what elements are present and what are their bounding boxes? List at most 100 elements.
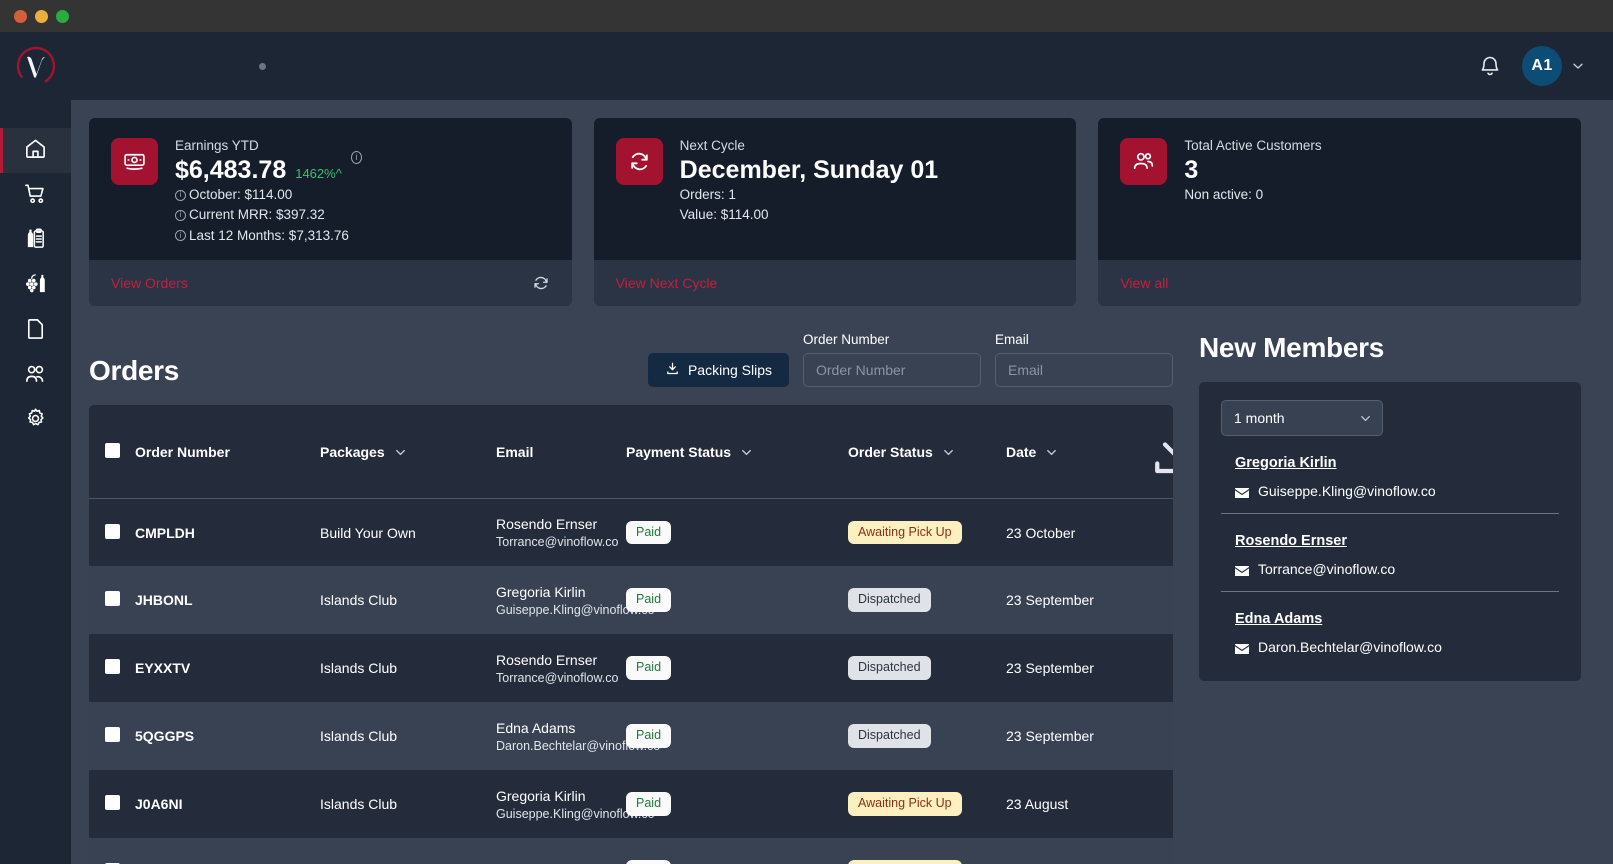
table-row[interactable]: Islands Club Paid Await — [89, 838, 1173, 864]
view-next-cycle-link[interactable]: View Next Cycle — [616, 275, 718, 291]
cell-spacer — [1146, 838, 1173, 864]
topbar-status-dot — [259, 63, 266, 70]
payment-status-badge: Paid — [626, 724, 672, 749]
window-close-button[interactable] — [14, 9, 27, 23]
payment-status-badge: Paid — [626, 792, 672, 817]
user-menu[interactable]: A1 — [1522, 46, 1585, 86]
info-icon[interactable]: i — [175, 189, 186, 201]
orders-table-body: CMPLDH Build Your Own Rosendo Ernser Tor… — [89, 498, 1173, 864]
cell-email: Gregoria Kirlin Guiseppe.Kling@vinoflow.… — [496, 770, 655, 838]
refresh-icon[interactable] — [532, 274, 550, 292]
order-number-label: Order Number — [803, 331, 890, 347]
table-row[interactable]: J0A6NI Islands Club Gregoria Kirlin Guis… — [89, 770, 1173, 838]
order-status-badge: Awaiting Pick Up — [848, 860, 962, 864]
earnings-icon — [111, 138, 158, 185]
row-checkbox[interactable] — [105, 795, 120, 811]
column-header-order-number[interactable]: Order Number — [135, 404, 320, 499]
row-checkbox[interactable] — [105, 659, 120, 675]
cell-date: 23 September — [1006, 592, 1094, 609]
stat-card-label: Next Cycle — [679, 138, 745, 153]
sidebar-item-settings[interactable] — [0, 398, 71, 443]
cell-email: Edna Adams Daron.Bechtelar@vinoflow.co — [496, 702, 661, 770]
users-icon — [24, 362, 47, 390]
cell-package: Islands Club — [320, 660, 398, 677]
select-all-cell — [89, 404, 135, 499]
column-header-email[interactable]: Email — [496, 404, 626, 499]
cell-spacer — [1146, 498, 1173, 566]
window-maximize-button[interactable] — [56, 9, 69, 23]
cell-order-number — [135, 838, 320, 864]
select-all-checkbox[interactable] — [105, 443, 120, 459]
table-row[interactable]: EYXXTV Islands Club Rosendo Ernser Torra… — [89, 634, 1173, 702]
stat-card-value: $6,483.78 — [175, 156, 287, 184]
chevron-down-icon — [740, 446, 753, 459]
column-header-packages[interactable]: Packages — [320, 404, 496, 499]
packing-slips-label: Packing Slips — [687, 361, 772, 378]
cell-package: Islands Club — [320, 796, 398, 813]
table-row[interactable]: CMPLDH Build Your Own Rosendo Ernser Tor… — [89, 498, 1173, 566]
row-checkbox[interactable] — [105, 591, 120, 607]
member-email-text: Guiseppe.Kling@vinoflow.co — [1258, 482, 1436, 499]
page-title: Orders — [89, 354, 180, 386]
cell-package: Islands Club — [320, 838, 496, 864]
download-icon — [665, 361, 680, 379]
order-number-filter: Order Number — [803, 332, 981, 387]
column-header-payment-status[interactable]: Payment Status — [626, 404, 848, 499]
chevron-down-icon — [394, 446, 407, 459]
packing-slips-button[interactable]: Packing Slips — [647, 352, 789, 387]
table-header-row: Order Number Packages Email Payment Stat… — [89, 404, 1173, 499]
stat-card-body: Earnings YTD $6,483.78 1462%^ i i Octobe… — [89, 118, 572, 260]
customer-email: Daron.Bechtelar@vinoflow.co — [496, 738, 661, 753]
info-icon[interactable]: i — [175, 209, 186, 221]
stat-card-active-customers: Total Active Customers 3 Non active: 0 V… — [1098, 118, 1582, 306]
email-input[interactable] — [995, 352, 1173, 387]
cell-order-number: 5QGGPS — [135, 728, 195, 745]
member-name-link[interactable]: Rosendo Ernser — [1235, 533, 1347, 549]
view-all-link[interactable]: View all — [1120, 275, 1168, 291]
member-email: Guiseppe.Kling@vinoflow.co — [1235, 483, 1559, 499]
header-label: Order Status — [848, 444, 933, 461]
new-members-title: New Members — [1199, 331, 1384, 363]
table-row[interactable]: 5QGGPS Islands Club Edna Adams Daron.Bec… — [89, 702, 1173, 771]
vinoflow-logo[interactable] — [14, 44, 58, 88]
row-checkbox[interactable] — [105, 727, 120, 743]
info-icon[interactable]: i — [175, 230, 186, 242]
grapes-bottle-icon — [24, 272, 47, 300]
table-row[interactable]: JHBONL Islands Club Gregoria Kirlin Guis… — [89, 566, 1173, 635]
cell-order-status: Dispatched — [848, 702, 1006, 770]
order-number-input[interactable] — [803, 352, 981, 387]
customer-email: Guiseppe.Kling@vinoflow.co — [496, 602, 655, 617]
member-name-link[interactable]: Edna Adams — [1235, 611, 1322, 627]
sidebar-item-customers[interactable] — [0, 353, 71, 398]
range-select[interactable]: 1 month 3 months 6 months 1 year — [1221, 399, 1383, 436]
sidebar-item-home[interactable] — [0, 128, 71, 173]
column-header-date[interactable]: Date — [1006, 404, 1146, 499]
stat-card-subline: Non active: 0 — [1184, 187, 1264, 202]
cell-payment-status: Paid — [626, 566, 848, 634]
view-orders-link[interactable]: View Orders — [111, 275, 188, 291]
customer-name: Edna Adams — [496, 719, 576, 736]
order-status-badge: Awaiting Pick Up — [848, 520, 962, 545]
stat-card-footer: View Next Cycle — [593, 259, 1077, 306]
bell-icon[interactable] — [1478, 54, 1502, 78]
order-status-badge: Dispatched — [848, 588, 931, 613]
header-label: Packages — [320, 444, 385, 461]
sidebar-item-inventory[interactable] — [0, 218, 71, 263]
topbar: A1 — [71, 32, 1613, 100]
sidebar-item-orders[interactable] — [0, 173, 71, 218]
column-header-order-status[interactable]: Order Status — [848, 404, 1006, 499]
info-icon[interactable]: i — [350, 151, 362, 164]
download-icon[interactable] — [1146, 442, 1173, 484]
sidebar-item-wines[interactable] — [0, 263, 71, 308]
member-name-link[interactable]: Gregoria Kirlin — [1235, 455, 1337, 471]
member-email-text: Torrance@vinoflow.co — [1258, 560, 1396, 577]
orders-table-container: Order Number Packages Email Payment Stat… — [89, 404, 1173, 864]
cell-email: Rosendo Ernser Torrance@vinoflow.co — [496, 634, 626, 702]
window-minimize-button[interactable] — [35, 9, 48, 23]
row-checkbox[interactable] — [105, 523, 120, 539]
cell-payment-status: Paid — [626, 702, 848, 770]
range-select-wrapper: 1 month 3 months 6 months 1 year — [1221, 399, 1383, 436]
customers-icon — [1120, 138, 1168, 185]
cell-payment-status: Paid — [626, 770, 848, 838]
sidebar-item-documents[interactable] — [0, 308, 71, 353]
